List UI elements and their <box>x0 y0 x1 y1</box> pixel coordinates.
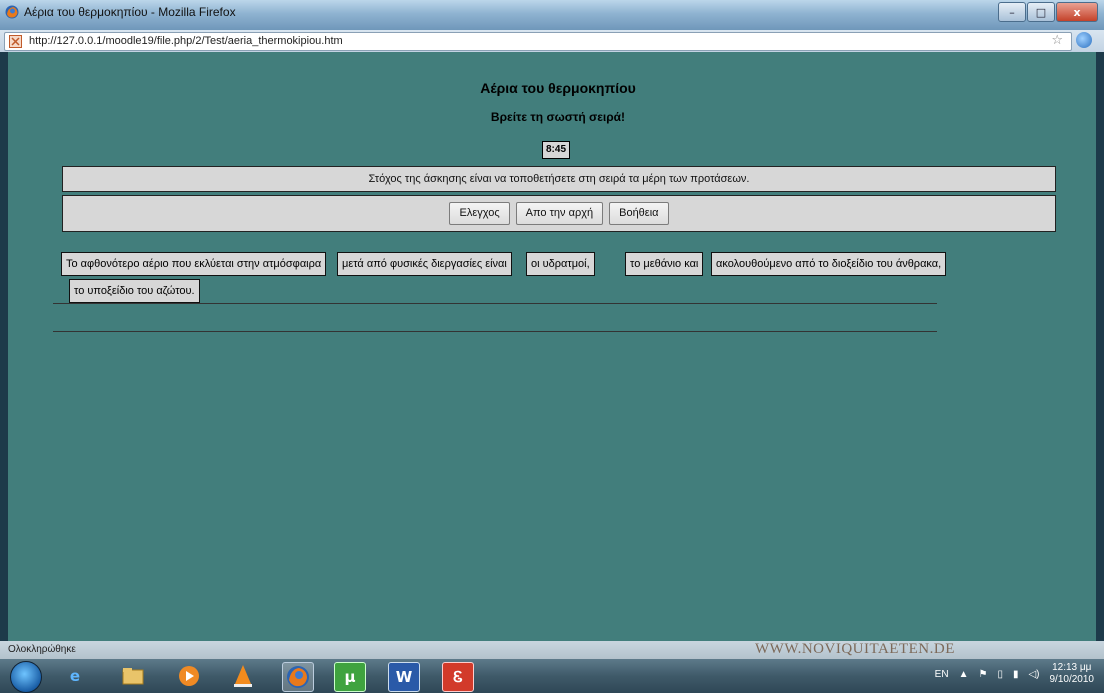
maximize-button[interactable]: □ <box>1027 2 1055 22</box>
page-title: Αέρια του θερμοκηπίου <box>480 80 636 96</box>
language-indicator[interactable]: EN <box>935 669 949 680</box>
page-subtitle: Βρείτε τη σωστή σειρά! <box>490 110 626 124</box>
countdown-timer: 8:45 <box>542 141 570 159</box>
status-text: Ολοκληρώθηκε <box>8 644 76 655</box>
file-explorer-icon[interactable] <box>118 662 148 690</box>
sentence-fragment-2[interactable]: μετά από φυσικές διεργασίες είναι <box>337 252 512 276</box>
sentence-fragment-3[interactable]: οι υδρατμοί, <box>526 252 595 276</box>
taskbar: e µ W Ꮛ EN ▲ ⚑ ▯ ▮ ◁) 12:13 μμ 9/10/2010 <box>0 659 1104 693</box>
firefox-icon <box>5 5 19 19</box>
answer-line <box>53 331 937 332</box>
bookmark-star-icon[interactable]: ☆ <box>1051 33 1063 48</box>
clock-time: 12:13 μμ <box>1052 662 1092 673</box>
word-icon[interactable]: W <box>388 662 420 692</box>
start-button[interactable] <box>10 661 42 693</box>
sentence-fragment-5[interactable]: ακολουθούμενο από το διοξείδιο του άνθρα… <box>711 252 947 276</box>
network-signal-icon[interactable]: ▮ <box>1013 669 1019 680</box>
sentence-fragment-1[interactable]: Το αφθονότερο αέριο που εκλύεται στην ατ… <box>61 252 327 276</box>
battery-icon[interactable]: ▯ <box>997 669 1003 680</box>
instructions-panel: Στόχος της άσκησης είναι να τοποθετήσετε… <box>62 166 1056 192</box>
acrobat-icon[interactable]: Ꮛ <box>442 662 474 692</box>
check-button[interactable]: Ελεγχος <box>449 202 510 225</box>
status-bar: Ολοκληρώθηκε WWW.NOVIQUITAETEN.DE <box>0 641 1104 659</box>
internet-explorer-icon[interactable]: e <box>60 662 90 690</box>
window-title: Αέρια του θερμοκηπίου - Mozilla Firefox <box>24 5 236 19</box>
action-center-flag-icon[interactable]: ⚑ <box>978 669 987 680</box>
clock[interactable]: 12:13 μμ 9/10/2010 <box>1050 662 1095 686</box>
sentence-fragment-4[interactable]: το μεθάνιο και <box>625 252 704 276</box>
page-favicon-icon <box>9 35 22 48</box>
sentence-fragment-6[interactable]: το υποξείδιο του αζώτου. <box>69 279 200 303</box>
controls-panel: Ελεγχος Απο την αρχή Βοήθεια <box>62 195 1056 232</box>
navigation-toolbar: http://127.0.0.1/moodle19/file.php/2/Tes… <box>0 30 1104 52</box>
url-text: http://127.0.0.1/moodle19/file.php/2/Tes… <box>29 35 343 47</box>
search-engine-icon[interactable] <box>1076 32 1092 48</box>
vlc-icon[interactable] <box>228 662 258 690</box>
system-tray: EN ▲ ⚑ ▯ ▮ ◁) 12:13 μμ 9/10/2010 <box>935 662 1094 686</box>
page-content: Αέρια του θερμοκηπίου Βρείτε τη σωστή σε… <box>8 52 1096 641</box>
watermark: WWW.NOVIQUITAETEN.DE <box>755 641 955 657</box>
minimize-button[interactable]: – <box>998 2 1026 22</box>
utorrent-icon[interactable]: µ <box>334 662 366 692</box>
instructions-text: Στόχος της άσκησης είναι να τοποθετήσετε… <box>368 173 750 185</box>
firefox-taskbar-icon[interactable] <box>282 662 314 692</box>
volume-icon[interactable]: ◁) <box>1028 669 1039 680</box>
show-hidden-icons-icon[interactable]: ▲ <box>959 669 969 680</box>
help-button[interactable]: Βοήθεια <box>609 202 669 225</box>
media-player-icon[interactable] <box>174 662 204 690</box>
address-bar[interactable]: http://127.0.0.1/moodle19/file.php/2/Tes… <box>4 32 1072 51</box>
close-button[interactable]: x <box>1056 2 1098 22</box>
restart-button[interactable]: Απο την αρχή <box>515 202 604 225</box>
window-title-bar: Αέρια του θερμοκηπίου - Mozilla Firefox … <box>0 0 1104 30</box>
clock-date: 9/10/2010 <box>1049 674 1095 685</box>
answer-line <box>53 303 937 304</box>
